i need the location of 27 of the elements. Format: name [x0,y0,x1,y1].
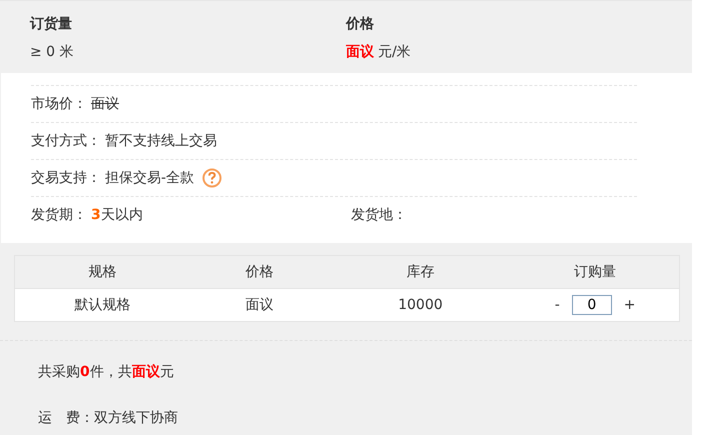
price-value: 面议 [346,43,374,61]
quantity-label: 订货量 [30,15,73,33]
increase-button[interactable]: + [620,297,640,313]
detail-value: 暂不支持线上交易 [105,132,217,150]
table-cell: 10000 [398,297,443,313]
shipping-info: 运 费：双方线下协商 [38,409,179,427]
order-summary: 共采购0件，共面议元 [38,363,175,381]
decrease-button[interactable]: - [550,297,564,313]
column-header: 规格 [88,263,116,281]
detail-label: 支付方式： [31,132,101,150]
detail-value: 担保交易-全款 [105,169,194,187]
table-cell: 默认规格 [74,296,130,314]
column-header: 价格 [246,263,274,281]
help-icon[interactable] [202,168,222,188]
column-header: 库存 [406,263,434,281]
column-header: 订购量 [574,263,616,281]
price-label: 价格 [346,15,375,33]
quantity-field[interactable]: 0 [572,295,612,315]
detail-label: 交易支持： [31,169,101,187]
quantity-value: ≥ 0 米 [30,43,75,61]
detail-value: 面议 [91,95,119,113]
delivery-period-value: 3天以内 [91,206,143,224]
delivery-place-label: 发货地： [351,206,407,224]
price-unit: 元/米 [378,43,411,61]
table-cell: 面议 [246,296,274,314]
detail-label: 市场价： [31,95,87,113]
delivery-period-label: 发货期： [31,206,87,224]
